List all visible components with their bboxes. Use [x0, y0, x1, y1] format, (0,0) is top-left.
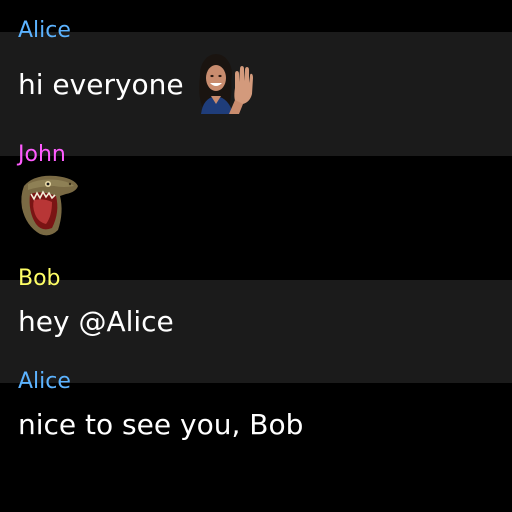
message-text: nice to see you, Bob — [18, 408, 304, 441]
message-text: hi everyone — [18, 68, 184, 101]
chat-log: Alice hi everyone John Bob hey @Alice Al… — [0, 0, 512, 512]
screaming-lizard-emote — [21, 175, 78, 236]
username[interactable]: John — [18, 142, 66, 168]
message-text: hey @Alice — [18, 305, 174, 338]
username[interactable]: Alice — [18, 369, 71, 395]
username[interactable]: Bob — [18, 266, 61, 292]
waving-woman-emote — [199, 54, 253, 114]
username[interactable]: Alice — [18, 18, 71, 44]
